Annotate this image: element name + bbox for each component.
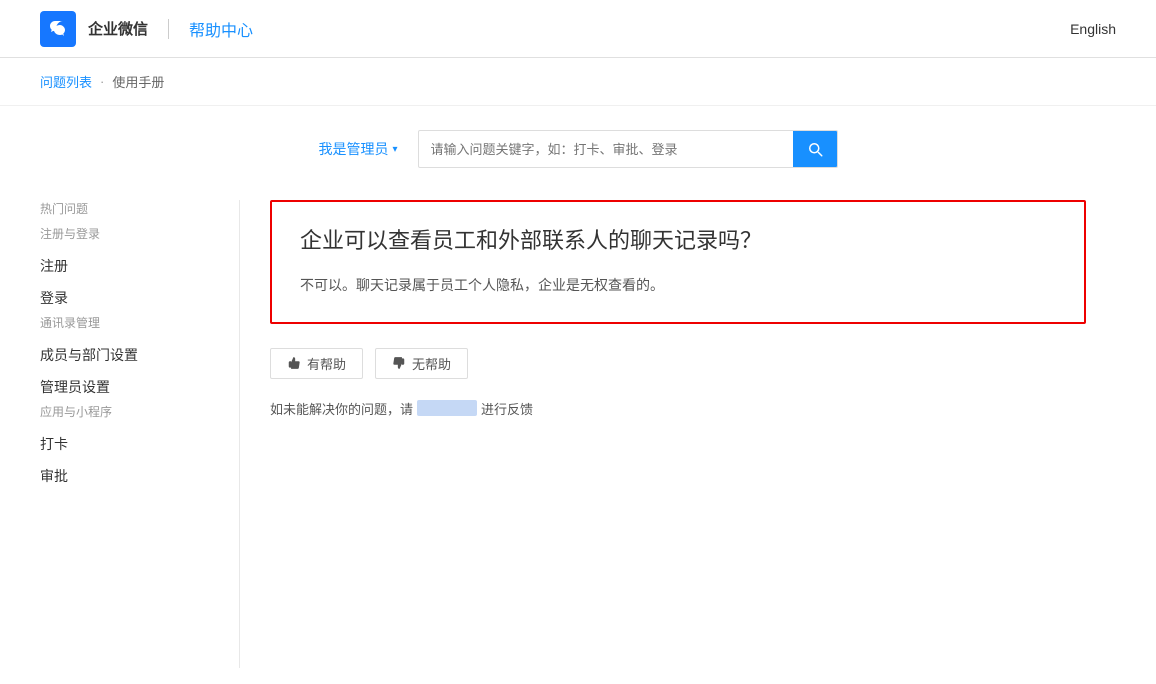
main-layout: 热门问题 注册与登录 注册 登录 通讯录管理 成员与部门设置 管理员设置 应用与…: [0, 184, 1156, 684]
contact-row: 如未能解决你的问题，请 进行反馈: [270, 399, 1086, 418]
contact-suffix: 进行反馈: [481, 399, 533, 418]
article-body: 不可以。聊天记录属于员工个人隐私，企业是无权查看的。: [300, 273, 1056, 298]
not-helpful-label: 无帮助: [412, 354, 451, 373]
feedback-row: 有帮助 无帮助: [270, 348, 1086, 379]
sidebar-item-checkin[interactable]: 打卡: [40, 428, 219, 460]
sidebar-section-title-register: 注册与登录: [40, 225, 219, 242]
sidebar-section-title-apps: 应用与小程序: [40, 403, 219, 420]
search-icon: [806, 140, 824, 158]
sidebar-item-register[interactable]: 注册: [40, 250, 219, 282]
search-box: [418, 130, 838, 168]
sidebar-section-hot-questions: 热门问题: [40, 200, 219, 217]
sidebar-section-register-login: 注册与登录 注册 登录: [40, 225, 219, 314]
contact-link-placeholder[interactable]: [417, 400, 477, 416]
sidebar: 热门问题 注册与登录 注册 登录 通讯录管理 成员与部门设置 管理员设置 应用与…: [40, 200, 240, 668]
contact-prefix: 如未能解决你的问题，请: [270, 399, 413, 418]
role-selector[interactable]: 我是管理员 ▾: [318, 139, 397, 159]
sidebar-item-members[interactable]: 成员与部门设置: [40, 339, 219, 371]
thumbs-down-icon: [392, 356, 406, 370]
helpful-label: 有帮助: [307, 354, 346, 373]
breadcrumb: 问题列表 · 使用手册: [0, 58, 1156, 106]
search-area: 我是管理员 ▾: [0, 106, 1156, 184]
search-input[interactable]: [419, 134, 793, 165]
breadcrumb-separator: ·: [100, 74, 104, 89]
breadcrumb-current: 使用手册: [112, 72, 164, 91]
sidebar-section-title-contacts: 通讯录管理: [40, 314, 219, 331]
breadcrumb-home[interactable]: 问题列表: [40, 72, 92, 91]
chevron-down-icon: ▾: [392, 144, 397, 155]
logo-icon: [40, 11, 76, 47]
thumbs-up-icon: [287, 356, 301, 370]
sidebar-section-title-hot: 热门问题: [40, 200, 219, 217]
sidebar-section-apps: 应用与小程序 打卡 审批: [40, 403, 219, 492]
main-content: 企业可以查看员工和外部联系人的聊天记录吗？ 不可以。聊天记录属于员工个人隐私，企…: [240, 200, 1116, 668]
page-header: 企业微信 帮助中心 English: [0, 0, 1156, 58]
role-label: 我是管理员: [318, 139, 388, 159]
header-divider: [168, 19, 169, 39]
sidebar-item-admin[interactable]: 管理员设置: [40, 371, 219, 403]
sidebar-item-approval[interactable]: 审批: [40, 460, 219, 492]
wecom-logo-svg: [46, 17, 70, 41]
logo-text: 企业微信: [88, 18, 148, 39]
not-helpful-button[interactable]: 无帮助: [375, 348, 468, 379]
article-title: 企业可以查看员工和外部联系人的聊天记录吗？: [300, 226, 1056, 257]
helpful-button[interactable]: 有帮助: [270, 348, 363, 379]
article-box: 企业可以查看员工和外部联系人的聊天记录吗？ 不可以。聊天记录属于员工个人隐私，企…: [270, 200, 1086, 324]
header-left: 企业微信 帮助中心: [40, 11, 253, 47]
header-title[interactable]: 帮助中心: [189, 17, 253, 41]
sidebar-item-login[interactable]: 登录: [40, 282, 219, 314]
sidebar-section-contacts: 通讯录管理 成员与部门设置 管理员设置: [40, 314, 219, 403]
search-button[interactable]: [793, 131, 837, 167]
language-switcher[interactable]: English: [1070, 21, 1116, 37]
